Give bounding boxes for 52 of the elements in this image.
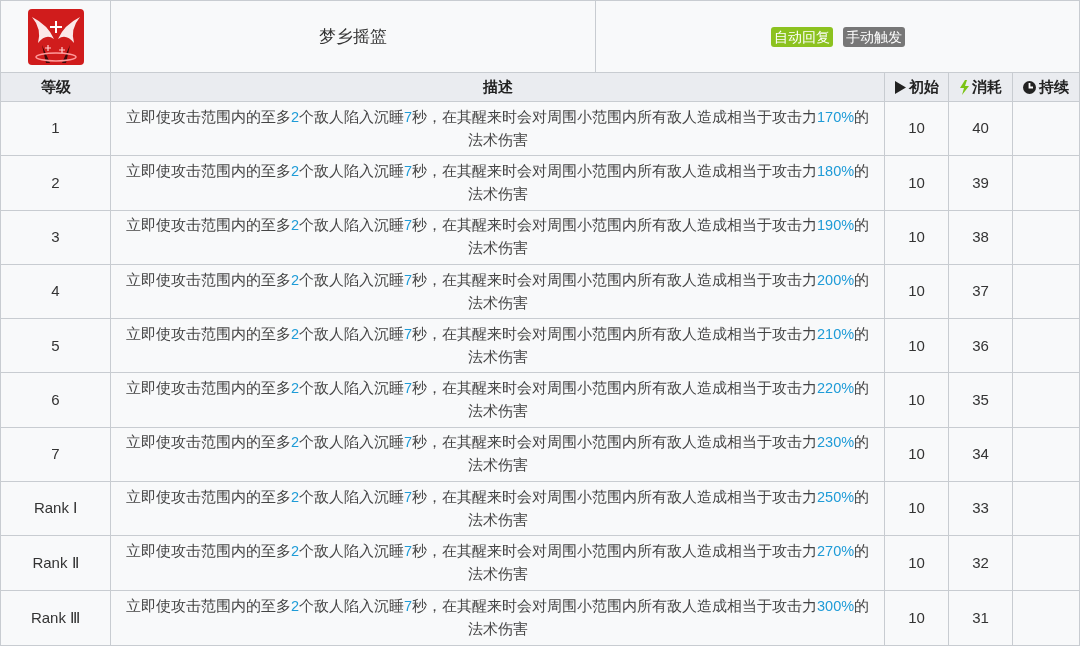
skill-description: 立即使攻击范围内的至多2个敌人陷入沉睡7秒，在其醒来时会对周围小范围内所有敌人造成相当于攻击力250%的法术伤害	[124, 487, 871, 530]
level-label: 1	[51, 118, 60, 139]
skill-description: 立即使攻击范围内的至多2个敌人陷入沉睡7秒，在其醒来时会对周围小范围内所有敌人造成相当于攻击力200%的法术伤害	[124, 270, 871, 313]
initial-value: 10	[908, 335, 925, 356]
initial-value: 10	[908, 498, 925, 519]
cost-value: 40	[972, 118, 989, 139]
skill-description: 立即使攻击范围内的至多2个敌人陷入沉睡7秒，在其醒来时会对周围小范围内所有敌人造成相当于攻击力220%的法术伤害	[124, 379, 871, 422]
skill-tag: 手动触发	[842, 26, 905, 47]
initial-value: 10	[908, 227, 925, 247]
initial-value: 10	[908, 444, 925, 465]
initial-value: 10	[908, 118, 925, 139]
level-label: 5	[51, 335, 60, 356]
skill-description: 立即使攻击范围内的至多2个敌人陷入沉睡7秒，在其醒来时会对周围小范围内所有敌人造成相当于攻击力 180%的法术伤害	[124, 161, 871, 204]
cost-value: 39	[972, 172, 989, 193]
play-icon	[894, 80, 906, 94]
level-label: 2	[51, 172, 60, 193]
cost-value: 36	[972, 335, 989, 356]
level-label: 3	[51, 227, 60, 247]
level-label: 7	[51, 444, 60, 465]
skill-description: 立即使攻击范围内的至多2个敌人陷入沉睡7秒，在其醒来时会对周围小范围内所有敌人造成相当于攻击力210%的法术伤害	[124, 324, 871, 367]
cost-value: 32	[972, 552, 989, 573]
initial-value: 10	[908, 552, 925, 573]
initial-value: 10	[908, 607, 925, 628]
column-header: 持续	[1013, 73, 1079, 101]
skill-description: 立即使攻击范围内的至多2个敌人陷入沉睡7秒，在其醒来时会对周围小范围内所有敌人造成相当于攻击力 190%的法术伤害	[124, 216, 871, 259]
level-label: Rank Ⅰ	[33, 498, 78, 519]
skill-name: 梦乡摇篮	[319, 25, 387, 48]
skill-description: 立即使攻击范围内的至多2个敌人陷入沉睡7秒，在其醒来时会对周围小范围内所有敌人造成相当于攻击力300%的法术伤害	[124, 596, 871, 639]
skill-description: 立即使攻击范围内的至多2个敌人陷入沉睡7秒，在其醒来时会对周围小范围内所有敌人造成相当于攻击力270%的法术伤害	[124, 542, 871, 584]
column-header: 消耗	[949, 73, 1013, 101]
initial-value: 10	[908, 172, 925, 193]
initial-value: 10	[908, 389, 925, 410]
skill-icon	[27, 8, 84, 65]
skill-tag: 自动回复	[770, 26, 833, 47]
column-header: 等级	[1, 73, 111, 101]
column-header: 初始	[885, 73, 949, 101]
level-label: Rank Ⅱ	[32, 552, 79, 573]
cost-value: 38	[972, 227, 989, 247]
level-label: Rank Ⅲ	[30, 607, 81, 628]
cost-value: 34	[972, 444, 989, 465]
clock-icon	[1023, 80, 1036, 94]
cost-value: 33	[972, 498, 989, 519]
cost-value: 35	[972, 389, 989, 410]
initial-value: 10	[908, 281, 925, 302]
skill-description: 立即使攻击范围内的至多2个敌人陷入沉睡7秒，在其醒来时会对周围小范围内所有敌人造成相当于攻击力 170%的法术伤害	[124, 107, 871, 150]
level-label: 4	[51, 281, 60, 302]
cost-value: 37	[972, 281, 989, 302]
cost-value: 31	[972, 607, 989, 628]
lightning-icon	[959, 79, 969, 95]
column-header: 描述	[111, 73, 885, 101]
skill-description: 立即使攻击范围内的至多2个敌人陷入沉睡7秒，在其醒来时会对周围小范围内所有敌人造成相当于攻击力230%的法术伤害	[124, 433, 871, 476]
level-label: 6	[51, 389, 60, 410]
